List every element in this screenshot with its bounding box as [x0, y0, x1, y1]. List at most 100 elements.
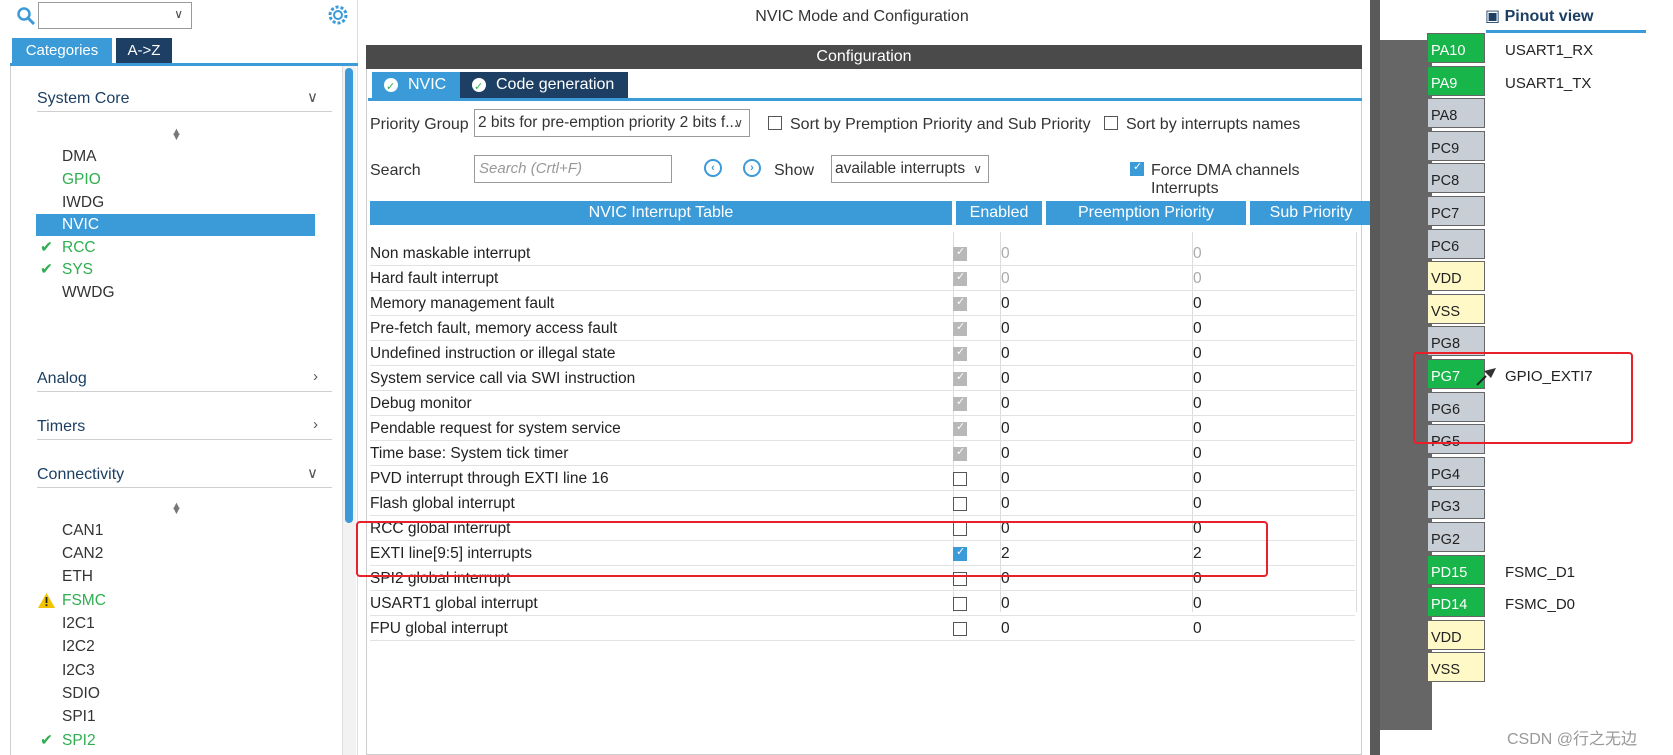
enabled-checkbox[interactable]	[953, 497, 967, 511]
search-next-icon[interactable]: ›	[743, 159, 761, 177]
pin-pd15[interactable]: PD15	[1427, 554, 1485, 585]
col-header-sub-priority[interactable]: Sub Priority	[1250, 201, 1372, 225]
sidebar-item-sdio[interactable]: SDIO	[36, 683, 315, 705]
enabled-checkbox[interactable]	[953, 622, 967, 636]
pin-pa10[interactable]: PA10	[1427, 33, 1485, 63]
pin-pg3[interactable]: PG3	[1427, 489, 1485, 520]
table-row[interactable]: USART1 global interrupt 0 0	[370, 592, 1355, 616]
preemption-priority-cell[interactable]: 0	[1001, 245, 1010, 263]
tab-code-generation[interactable]: Code generation	[460, 72, 628, 100]
sort-premption-checkbox[interactable]	[768, 116, 782, 130]
pin-vdd[interactable]: VDD	[1427, 619, 1485, 650]
sidebar-item-spi1[interactable]: SPI1	[36, 706, 315, 728]
col-header-preemption[interactable]: Preemption Priority	[1046, 201, 1246, 225]
table-row[interactable]: Debug monitor 0 0	[370, 392, 1355, 416]
sub-priority-cell[interactable]: 0	[1193, 495, 1202, 513]
preemption-priority-cell[interactable]: 0	[1001, 395, 1010, 413]
preemption-priority-cell[interactable]: 0	[1001, 595, 1010, 613]
scrollbar-thumb[interactable]	[345, 68, 353, 523]
sub-priority-cell[interactable]: 0	[1193, 295, 1202, 313]
table-row[interactable]: PVD interrupt through EXTI line 16 0 0	[370, 467, 1355, 491]
category-analog[interactable]: Analog ›	[37, 362, 332, 392]
sub-priority-cell[interactable]: 0	[1193, 370, 1202, 388]
table-row[interactable]: Undefined instruction or illegal state 0 0	[370, 342, 1355, 366]
sub-priority-cell[interactable]: 0	[1193, 445, 1202, 463]
enabled-checkbox[interactable]	[953, 472, 967, 486]
table-row[interactable]: Pre-fetch fault, memory access fault 0 0	[370, 317, 1355, 341]
sub-priority-cell[interactable]: 0	[1193, 270, 1202, 288]
sidebar-item-can1[interactable]: CAN1	[36, 520, 315, 542]
sidebar-item-i2c1[interactable]: I2C1	[36, 613, 315, 635]
pin-pc8[interactable]: PC8	[1427, 163, 1485, 194]
table-row[interactable]: FPU global interrupt 0 0	[370, 617, 1355, 641]
table-row[interactable]: Non maskable interrupt 0 0	[370, 242, 1355, 266]
sub-priority-cell[interactable]: 0	[1193, 420, 1202, 438]
sidebar-item-fsmc[interactable]: FSMC	[36, 590, 315, 612]
pin-pd14[interactable]: PD14	[1427, 587, 1485, 618]
preemption-priority-cell[interactable]: 0	[1001, 420, 1010, 438]
sub-priority-cell[interactable]: 0	[1193, 620, 1202, 638]
sidebar-item-sys[interactable]: ✔ SYS	[36, 259, 315, 281]
sort-icon-down[interactable]: ▼	[171, 131, 182, 143]
sort-icon-down[interactable]: ▼	[171, 505, 182, 517]
category-connectivity[interactable]: Connectivity ∨	[37, 458, 332, 488]
sub-priority-cell[interactable]: 0	[1193, 470, 1202, 488]
pinout-view-button[interactable]: ▣ Pinout view	[1485, 6, 1645, 32]
preemption-priority-cell[interactable]: 0	[1001, 495, 1010, 513]
sub-priority-cell[interactable]: 0	[1193, 245, 1202, 263]
enabled-checkbox[interactable]	[953, 597, 967, 611]
col-header-interrupt[interactable]: NVIC Interrupt Table	[370, 201, 952, 225]
sidebar-item-can2[interactable]: CAN2	[36, 543, 315, 565]
category-system-core[interactable]: System Core ∨	[37, 82, 332, 112]
pin-pa8[interactable]: PA8	[1427, 98, 1485, 129]
tab-a-to-z[interactable]: A->Z	[116, 38, 172, 63]
gear-icon[interactable]	[326, 3, 350, 27]
preemption-priority-cell[interactable]: 0	[1001, 470, 1010, 488]
col-header-enabled[interactable]: Enabled	[956, 201, 1042, 225]
pin-vss[interactable]: VSS	[1427, 293, 1485, 324]
sort-names-checkbox[interactable]	[1104, 116, 1118, 130]
priority-group-select[interactable]: 2 bits for pre-emption priority 2 bits f…	[474, 109, 750, 137]
table-row[interactable]: Pendable request for system service 0 0	[370, 417, 1355, 441]
pin-pa9[interactable]: PA9	[1427, 65, 1485, 96]
table-row[interactable]: Flash global interrupt 0 0	[370, 492, 1355, 516]
sub-priority-cell[interactable]: 0	[1193, 395, 1202, 413]
sub-priority-cell[interactable]: 0	[1193, 320, 1202, 338]
sidebar-item-spi2[interactable]: ✔ SPI2	[36, 730, 315, 752]
sidebar-item-rcc[interactable]: ✔ RCC	[36, 237, 315, 259]
sidebar-item-gpio[interactable]: GPIO	[36, 169, 315, 191]
search-combo[interactable]: ∨	[38, 2, 192, 29]
tab-categories[interactable]: Categories	[12, 38, 112, 63]
sidebar-item-iwdg[interactable]: IWDG	[36, 192, 315, 214]
sidebar-item-eth[interactable]: ETH	[36, 566, 315, 588]
sidebar-item-nvic[interactable]: NVIC	[36, 214, 315, 236]
preemption-priority-cell[interactable]: 0	[1001, 320, 1010, 338]
preemption-priority-cell[interactable]: 0	[1001, 445, 1010, 463]
table-row[interactable]: Hard fault interrupt 0 0	[370, 267, 1355, 291]
search-input[interactable]: Search (Crtl+F)	[474, 155, 672, 183]
table-row[interactable]: Memory management fault 0 0	[370, 292, 1355, 316]
category-timers[interactable]: Timers ›	[37, 410, 332, 440]
show-select[interactable]: available interrupts ∨	[831, 155, 989, 183]
sub-priority-cell[interactable]: 0	[1193, 595, 1202, 613]
tab-nvic[interactable]: NVIC	[372, 72, 460, 100]
pin-pc9[interactable]: PC9	[1427, 130, 1485, 161]
preemption-priority-cell[interactable]: 0	[1001, 620, 1010, 638]
pin-vss[interactable]: VSS	[1427, 652, 1485, 683]
search-previous-icon[interactable]: ‹	[704, 159, 722, 177]
sidebar-item-i2c3[interactable]: I2C3	[36, 660, 315, 682]
sidebar-item-i2c2[interactable]: I2C2	[36, 636, 315, 658]
sidebar-item-wwdg[interactable]: WWDG	[36, 282, 315, 304]
pin-pg2[interactable]: PG2	[1427, 522, 1485, 552]
preemption-priority-cell[interactable]: 0	[1001, 295, 1010, 313]
pin-vdd[interactable]: VDD	[1427, 261, 1485, 292]
sidebar-item-dma[interactable]: DMA	[36, 146, 315, 168]
preemption-priority-cell[interactable]: 0	[1001, 370, 1010, 388]
table-row[interactable]: Time base: System tick timer 0 0	[370, 442, 1355, 466]
sub-priority-cell[interactable]: 0	[1193, 345, 1202, 363]
search-icon[interactable]	[16, 6, 36, 26]
pin-pc7[interactable]: PC7	[1427, 196, 1485, 226]
table-row[interactable]: System service call via SWI instruction 0…	[370, 367, 1355, 391]
preemption-priority-cell[interactable]: 0	[1001, 345, 1010, 363]
force-dma-checkbox[interactable]	[1130, 160, 1144, 176]
